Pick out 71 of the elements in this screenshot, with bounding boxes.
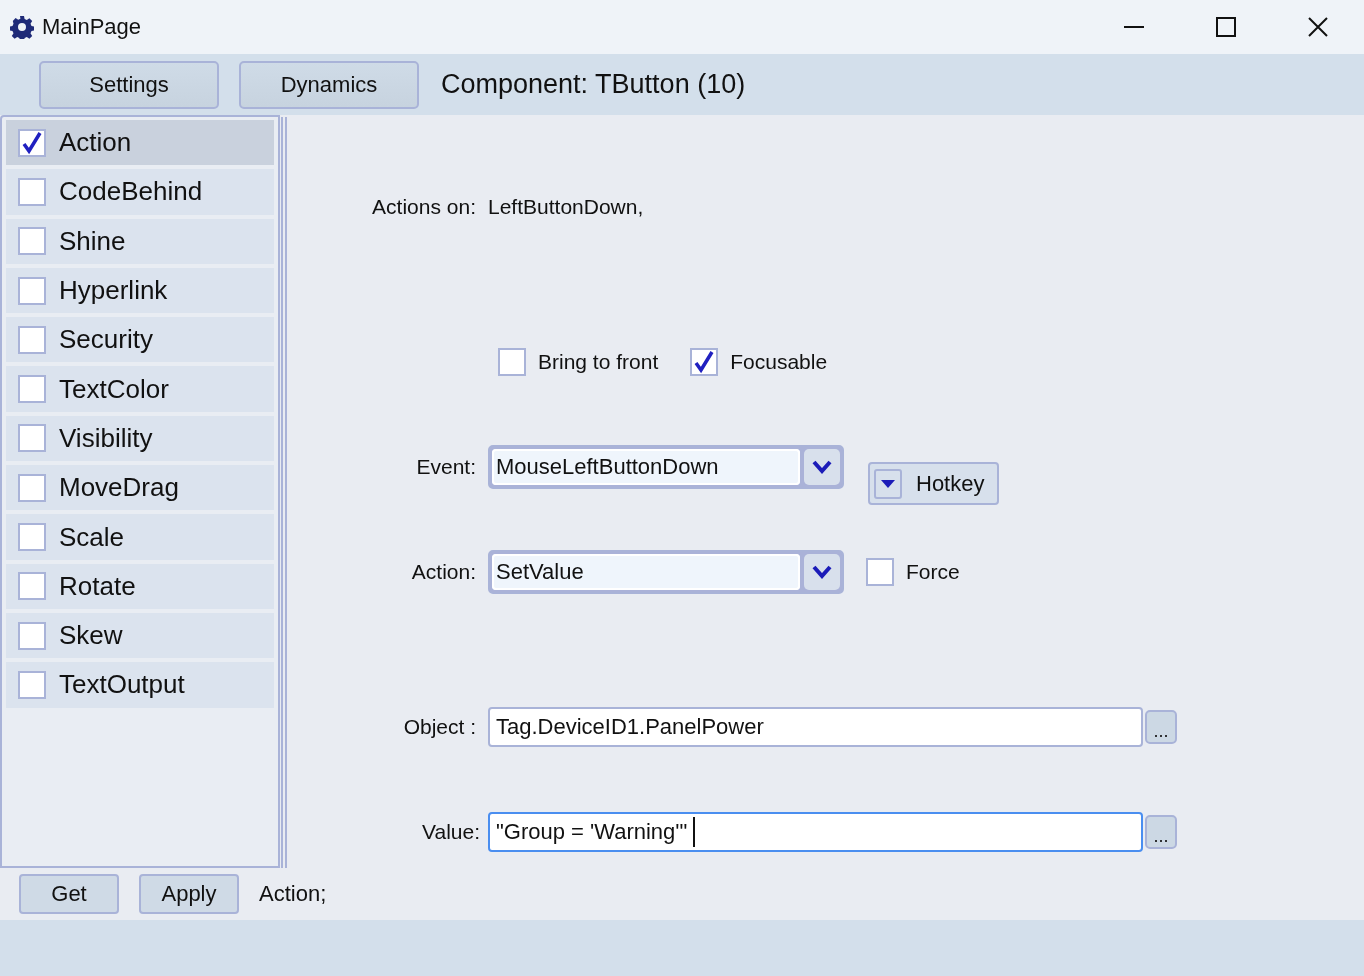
dynamics-item[interactable]: Action: [6, 120, 274, 166]
value-field[interactable]: "Group = 'Warning'": [488, 812, 1143, 852]
event-dropdown[interactable]: MouseLeftButtonDown: [488, 445, 844, 489]
checkbox[interactable]: [18, 375, 46, 404]
field-label: Action:: [410, 560, 477, 584]
maximize-icon: [1216, 17, 1236, 37]
item-label: Scale: [59, 521, 125, 553]
browse-button[interactable]: ...: [1145, 710, 1177, 744]
item-label: TextOutput: [59, 669, 185, 701]
dynamics-item[interactable]: Security: [6, 317, 274, 363]
hotkey-button[interactable]: Hotkey: [868, 462, 999, 505]
chevron-down-icon: [812, 565, 832, 579]
close-icon: [1308, 17, 1328, 37]
dropdown-button[interactable]: [804, 554, 840, 590]
dynamics-item[interactable]: Shine: [6, 218, 274, 264]
checkbox-label: Force: [906, 560, 960, 584]
item-label: CodeBehind: [59, 176, 203, 208]
checkbox[interactable]: [18, 473, 46, 502]
dynamics-item[interactable]: Hyperlink: [6, 267, 274, 314]
checkbox[interactable]: [18, 621, 46, 650]
checkbox-label: Bring to front: [538, 350, 659, 374]
checkbox[interactable]: [866, 558, 894, 586]
dynamics-item[interactable]: Skew: [6, 612, 274, 659]
toolbar-button[interactable]: Dynamics: [239, 60, 419, 109]
dropdown-button[interactable]: [804, 449, 840, 485]
checkbox[interactable]: [18, 325, 46, 354]
caret-down-icon: [881, 479, 895, 488]
gear-icon: [10, 15, 34, 39]
field-label: Event:: [415, 454, 477, 480]
checkbox[interactable]: [18, 227, 46, 256]
browse-button[interactable]: ...: [1145, 815, 1177, 849]
checkbox[interactable]: [498, 348, 526, 376]
dynamics-item[interactable]: TextOutput: [6, 662, 274, 708]
item-label: Action: [59, 127, 132, 159]
dynamics-item[interactable]: MoveDrag: [6, 465, 274, 511]
item-label: Shine: [59, 225, 126, 257]
checkbox[interactable]: [18, 572, 46, 601]
checkbox[interactable]: [18, 670, 46, 699]
item-label: Hyperlink: [59, 275, 168, 307]
dynamics-item[interactable]: TextColor: [6, 366, 274, 412]
item-label: Skew: [59, 620, 123, 652]
action-button[interactable]: Get: [19, 874, 119, 914]
field-label: Object :: [402, 715, 477, 739]
item-label: Rotate: [59, 570, 136, 602]
dynamics-item[interactable]: Rotate: [6, 563, 274, 609]
item-label: Visibility: [59, 422, 153, 454]
status-text: Action;: [259, 881, 327, 907]
checkbox[interactable]: [18, 424, 46, 453]
checkbox[interactable]: [18, 523, 46, 551]
component-label: Component: TButton (10): [441, 69, 746, 100]
action-dropdown[interactable]: SetValue: [488, 550, 844, 594]
dynamics-item[interactable]: Visibility: [6, 415, 274, 462]
item-label: TextColor: [59, 373, 169, 405]
field-label: Actions on:: [371, 195, 477, 219]
item-label: Security: [59, 324, 153, 356]
object-field[interactable]: Tag.DeviceID1.PanelPower: [488, 707, 1143, 747]
item-label: MoveDrag: [59, 472, 179, 504]
actions-on-value: LeftButtonDown,: [488, 195, 644, 219]
checkbox[interactable]: [18, 177, 46, 206]
checkbox-label: Focusable: [730, 350, 828, 374]
action-button[interactable]: Apply: [139, 874, 239, 914]
chevron-down-icon: [812, 460, 832, 474]
dropdown-value: MouseLeftButtonDown: [492, 449, 800, 485]
toolbar-button[interactable]: Settings: [39, 60, 219, 109]
dropdown-value: SetValue: [492, 554, 800, 590]
minimize-icon: [1124, 26, 1144, 28]
field-label: Value:: [421, 820, 481, 844]
checkbox[interactable]: [18, 276, 46, 305]
dynamics-item[interactable]: CodeBehind: [6, 169, 274, 215]
window-title: MainPage: [42, 14, 143, 40]
dynamics-item[interactable]: Scale: [6, 514, 274, 560]
